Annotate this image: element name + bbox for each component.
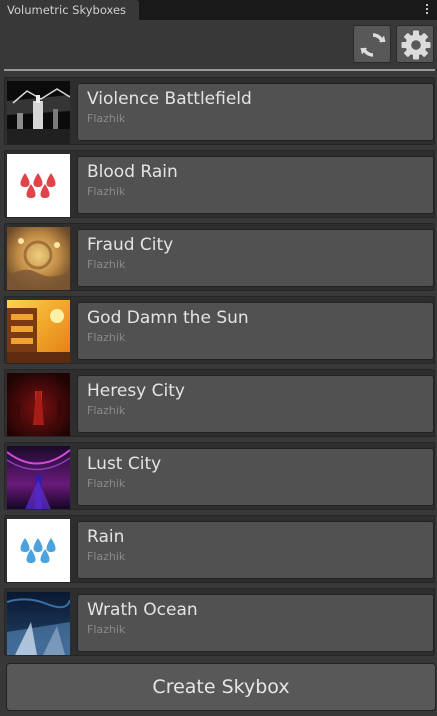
skybox-name: God Damn the Sun	[87, 308, 249, 328]
skybox-row[interactable]: Wrath Ocean Flazhik	[4, 588, 435, 656]
skybox-thumbnail	[7, 519, 70, 582]
skybox-row[interactable]: Violence Battlefield Flazhik	[4, 77, 435, 145]
skybox-author: Flazhik	[87, 623, 126, 636]
skybox-select-button[interactable]: Violence Battlefield Flazhik	[77, 83, 434, 141]
skybox-thumbnail	[7, 154, 70, 217]
skybox-author: Flazhik	[87, 258, 126, 271]
more-options-icon[interactable]	[423, 2, 431, 18]
tab-bar: Volumetric Skyboxes	[0, 0, 437, 20]
toolbar-divider	[4, 69, 435, 71]
skybox-author: Flazhik	[87, 477, 126, 490]
skybox-select-button[interactable]: Rain Flazhik	[77, 521, 434, 579]
skybox-author: Flazhik	[87, 185, 126, 198]
skybox-author: Flazhik	[87, 550, 126, 563]
skybox-row[interactable]: God Damn the Sun Flazhik	[4, 296, 435, 364]
skybox-select-button[interactable]: Fraud City Flazhik	[77, 229, 434, 287]
skybox-author: Flazhik	[87, 404, 126, 417]
refresh-icon	[360, 33, 386, 57]
skybox-row[interactable]: Lust City Flazhik	[4, 442, 435, 510]
skybox-name: Violence Battlefield	[87, 89, 252, 109]
skybox-row[interactable]: Rain Flazhik	[4, 515, 435, 583]
skybox-name: Lust City	[87, 454, 162, 474]
gear-icon	[401, 30, 431, 60]
skybox-thumbnail	[7, 81, 70, 144]
skybox-select-button[interactable]: Wrath Ocean Flazhik	[77, 594, 434, 652]
skybox-row[interactable]: Blood Rain Flazhik	[4, 150, 435, 218]
skybox-select-button[interactable]: Lust City Flazhik	[77, 448, 434, 506]
skybox-thumbnail	[7, 373, 70, 436]
skybox-thumbnail	[7, 227, 70, 290]
skybox-thumbnail	[7, 446, 70, 509]
create-skybox-button[interactable]: Create Skybox	[6, 663, 436, 711]
skybox-select-button[interactable]: Blood Rain Flazhik	[77, 156, 434, 214]
skybox-name: Wrath Ocean	[87, 600, 198, 620]
refresh-button[interactable]	[353, 25, 391, 63]
skybox-name: Fraud City	[87, 235, 174, 255]
skybox-author: Flazhik	[87, 112, 126, 125]
skybox-select-button[interactable]: God Damn the Sun Flazhik	[77, 302, 434, 360]
settings-button[interactable]	[396, 25, 434, 63]
skybox-thumbnail	[7, 300, 70, 363]
skybox-thumbnail	[7, 592, 70, 655]
skybox-name: Rain	[87, 527, 125, 547]
skybox-row[interactable]: Heresy City Flazhik	[4, 369, 435, 437]
skybox-author: Flazhik	[87, 331, 126, 344]
skybox-select-button[interactable]: Heresy City Flazhik	[77, 375, 434, 433]
skybox-name: Heresy City	[87, 381, 185, 401]
skybox-name: Blood Rain	[87, 162, 178, 182]
window-tab[interactable]: Volumetric Skyboxes	[0, 0, 139, 20]
skybox-row[interactable]: Fraud City Flazhik	[4, 223, 435, 291]
